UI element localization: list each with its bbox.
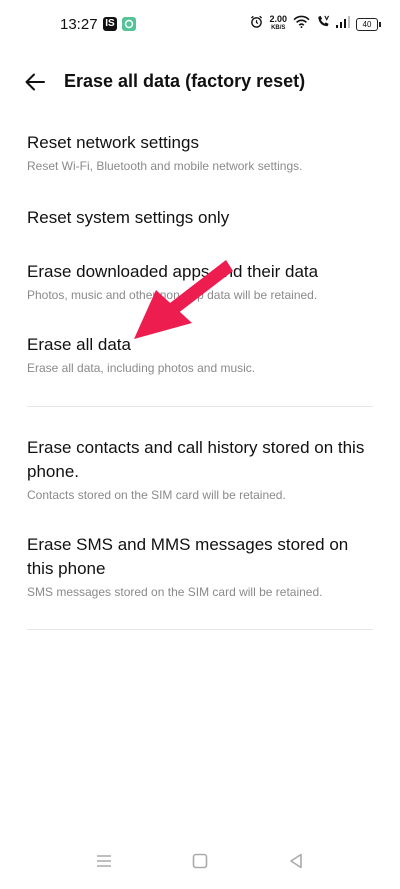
- app-notification-icon-2: [122, 17, 136, 31]
- item-subtitle: Photos, music and other non-app data wil…: [27, 288, 318, 302]
- network-speed-value: 2.00: [269, 14, 287, 24]
- item-subtitle: Reset Wi-Fi, Bluetooth and mobile networ…: [27, 159, 303, 173]
- section-divider: [27, 406, 373, 407]
- erase-downloaded-apps-item[interactable]: Erase downloaded apps and their data Pho…: [27, 260, 376, 304]
- home-icon[interactable]: [190, 851, 210, 871]
- item-title: Erase contacts and call history stored o…: [27, 438, 365, 481]
- item-subtitle: Contacts stored on the SIM card will be …: [27, 488, 286, 502]
- navigation-bar: [0, 839, 400, 889]
- page-header: Erase all data (factory reset): [0, 62, 400, 102]
- signal-icon: [336, 15, 350, 33]
- erase-sms-mms-item[interactable]: Erase SMS and MMS messages stored on thi…: [27, 533, 376, 601]
- item-title: Reset system settings only: [27, 208, 230, 227]
- section-divider: [27, 629, 373, 630]
- reset-network-settings-item[interactable]: Reset network settings Reset Wi-Fi, Blue…: [27, 131, 376, 175]
- item-title: Erase SMS and MMS messages stored on thi…: [27, 535, 349, 578]
- reset-system-settings-item[interactable]: Reset system settings only: [27, 206, 376, 230]
- wifi-icon: [293, 15, 310, 33]
- item-title: Erase downloaded apps and their data: [27, 262, 319, 281]
- alarm-icon: [250, 15, 263, 33]
- menu-icon[interactable]: [94, 851, 114, 871]
- status-bar: 13:27 IS 2.00 KB/S 40: [0, 0, 400, 52]
- volte-call-icon: [316, 15, 330, 33]
- back-arrow-icon[interactable]: [24, 71, 46, 93]
- item-title: Reset network settings: [27, 133, 199, 152]
- back-icon[interactable]: [286, 851, 306, 871]
- erase-contacts-item[interactable]: Erase contacts and call history stored o…: [27, 436, 376, 504]
- app-notification-icon: IS: [103, 17, 117, 31]
- network-speed: 2.00 KB/S: [269, 15, 287, 33]
- status-icons: 2.00 KB/S 40: [250, 14, 381, 34]
- item-subtitle: SMS messages stored on the SIM card will…: [27, 585, 323, 599]
- item-subtitle: Erase all data, including photos and mus…: [27, 361, 256, 375]
- erase-all-data-item[interactable]: Erase all data Erase all data, including…: [27, 333, 376, 377]
- item-title: Erase all data: [27, 335, 131, 354]
- status-time: 13:27: [60, 16, 98, 33]
- network-speed-unit: KB/S: [271, 25, 286, 31]
- battery-icon: 40: [356, 17, 381, 31]
- page-title: Erase all data (factory reset): [64, 71, 306, 91]
